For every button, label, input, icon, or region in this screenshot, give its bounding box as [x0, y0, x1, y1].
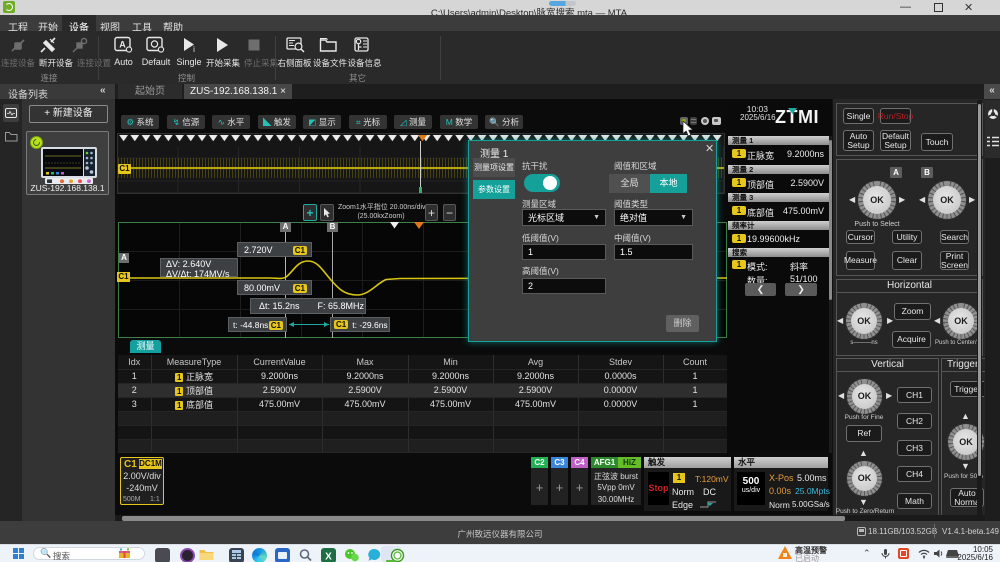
svg-text:i: i	[193, 45, 195, 54]
svg-text:A: A	[119, 40, 126, 50]
svg-text:X: X	[325, 552, 332, 562]
